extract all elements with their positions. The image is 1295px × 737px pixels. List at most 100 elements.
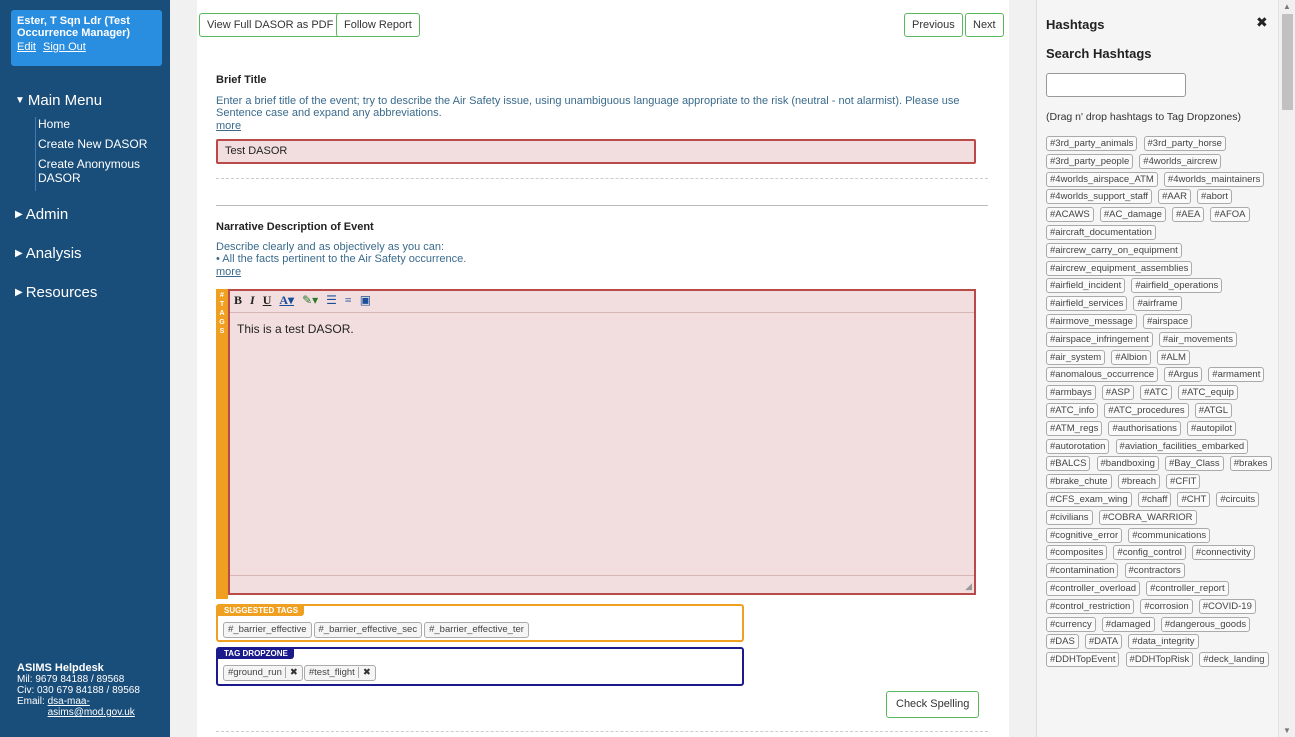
hashtag-pill[interactable]: #ATC [1140,385,1172,401]
hashtag-pill[interactable]: #AC_damage [1099,207,1166,223]
hashtag-pill[interactable]: #composites [1046,545,1108,561]
hashtag-pill[interactable]: #autorotation [1046,438,1110,454]
hashtag-pill[interactable]: #ATC_procedures [1104,402,1189,418]
hashtag-pill[interactable]: #bandboxing [1096,456,1159,472]
hashtag-pill[interactable]: #DDHTopRisk [1125,652,1194,668]
hashtag-pill[interactable]: #4worlds_support_staff [1046,189,1153,205]
remove-tag-icon[interactable]: ✖ [284,667,298,678]
hashtag-pill[interactable]: #aircrew_equipment_assemblies [1046,260,1193,276]
hashtag-pill[interactable]: #ATM_regs [1046,420,1103,436]
hashtag-pill[interactable]: #chaff [1137,491,1172,507]
hashtag-pill[interactable]: #abort [1197,189,1232,205]
hashtag-pill[interactable]: #data_integrity [1128,634,1199,650]
dropzone-tag[interactable]: #test_flight ✖ [303,665,376,681]
scroll-down-icon[interactable]: ▼ [1283,726,1291,735]
helpdesk-email-link[interactable]: dsa-maa-asims@mod.gov.uk [48,696,168,718]
main-menu-toggle[interactable]: ▼ Main Menu [15,92,102,109]
hashtag-search-input[interactable] [1046,73,1186,97]
suggested-tag[interactable]: #_barrier_effective_ter [424,622,529,638]
hashtag-pill[interactable]: #aircrew_carry_on_equipment [1046,242,1182,258]
hashtag-pill[interactable]: #ATC_info [1046,402,1099,418]
hashtag-pill[interactable]: #ATC_equip [1177,385,1238,401]
hashtag-pill[interactable]: #corrosion [1140,598,1193,614]
hashtag-pill[interactable]: #COBRA_WARRIOR [1098,509,1197,525]
hashtag-pill[interactable]: #DDHTopEvent [1046,652,1120,668]
hashtag-pill[interactable]: #ACAWS [1046,207,1094,223]
hashtag-pill[interactable]: #anomalous_occurrence [1046,367,1159,383]
hashtag-pill[interactable]: #airfield_services [1046,296,1128,312]
brief-title-more-link[interactable]: more [216,120,241,132]
hashtag-pill[interactable]: #DATA [1084,634,1123,650]
italic-button[interactable]: I [250,293,255,308]
hashtag-pill[interactable]: #breach [1117,474,1160,490]
hashtag-pill[interactable]: #CFIT [1166,474,1201,490]
font-color-button[interactable]: A▾ [279,293,294,308]
hashtag-pill[interactable]: #CFS_exam_wing [1046,491,1132,507]
hashtag-pill[interactable]: #connectivity [1191,545,1255,561]
hashtag-pill[interactable]: #control_restriction [1046,598,1135,614]
bold-button[interactable]: B [234,293,242,308]
admin-menu-toggle[interactable]: ▶ Admin [15,206,68,223]
view-pdf-button[interactable]: View Full DASOR as PDF [199,13,342,37]
hashtag-pill[interactable]: #4worlds_maintainers [1163,171,1265,187]
hashtag-pill[interactable]: #deck_landing [1199,652,1269,668]
resources-menu-toggle[interactable]: ▶ Resources [15,284,97,301]
hashtag-pill[interactable]: #civilians [1046,509,1093,525]
editor-body[interactable]: This is a test DASOR. [230,313,974,345]
check-spelling-button[interactable]: Check Spelling [886,691,980,718]
hashtag-pill[interactable]: #brakes [1229,456,1272,472]
remove-tag-icon[interactable]: ✖ [357,667,371,678]
hashtag-pill[interactable]: #armbays [1046,385,1096,401]
hashtag-pill[interactable]: #controller_overload [1046,580,1141,596]
hashtag-pill[interactable]: #Albion [1111,349,1151,365]
hashtag-pill[interactable]: #autopilot [1186,420,1237,436]
scrollbar-thumb[interactable] [1282,14,1293,110]
hashtag-pill[interactable]: #aircraft_documentation [1046,224,1156,240]
hashtag-pill[interactable]: #CHT [1177,491,1211,507]
hashtag-pill[interactable]: #3rd_party_people [1046,153,1134,169]
narrative-editor[interactable]: B I U A▾ ✎▾ ☰ ≡ ▣ This is a test DASOR. … [228,289,976,595]
hashtag-pill[interactable]: #airspace_infringement [1046,331,1153,347]
hashtag-pill[interactable]: #AFOA [1210,207,1250,223]
hashtag-pill[interactable]: #airspace [1142,313,1193,329]
hashtag-pill[interactable]: #ATGL [1194,402,1233,418]
hashtag-pill[interactable]: #airfield_incident [1046,278,1126,294]
suggested-tag[interactable]: #_barrier_effective [223,622,312,638]
dropzone-tag[interactable]: #ground_run ✖ [223,665,303,681]
hashtag-pill[interactable]: #config_control [1113,545,1186,561]
hashtag-pill[interactable]: #air_system [1046,349,1106,365]
hashtag-pill[interactable]: #3rd_party_animals [1046,136,1138,151]
hashtag-pill[interactable]: #COVID-19 [1198,598,1256,614]
suggested-tag[interactable]: #_barrier_effective_sec [313,622,423,638]
bullet-list-icon[interactable]: ☰ [326,293,337,308]
tag-dropzone-box[interactable]: TAG DROPZONE #ground_run ✖ #test_flight ✖ [216,647,744,686]
hashtag-pill[interactable]: #4worlds_airspace_ATM [1046,171,1158,187]
hashtag-pill[interactable]: #brake_chute [1046,474,1112,490]
hashtag-pill[interactable]: #air_movements [1158,331,1238,347]
hashtag-pill[interactable]: #ALM [1157,349,1190,365]
hashtag-pill[interactable]: #airfield_operations [1131,278,1223,294]
follow-report-button[interactable]: Follow Report [336,13,420,37]
menu-item-create-anonymous-dasor[interactable]: Create Anonymous DASOR [36,157,156,185]
hashtag-pill[interactable]: #3rd_party_horse [1143,136,1226,151]
hashtag-pill[interactable]: #4worlds_aircrew [1139,153,1222,169]
paste-icon[interactable]: ▣ [360,293,371,308]
menu-item-home[interactable]: Home [36,117,156,131]
hashtag-pill[interactable]: #armament [1208,367,1265,383]
scroll-up-icon[interactable]: ▲ [1283,2,1291,11]
hashtag-pill[interactable]: #cognitive_error [1046,527,1123,543]
hashtag-pill[interactable]: #aviation_facilities_embarked [1115,438,1249,454]
resize-grip-icon[interactable]: ◢ [965,581,972,592]
hashtag-pill[interactable]: #DAS [1046,634,1079,650]
hashtag-pill[interactable]: #airframe [1133,296,1182,312]
edit-profile-link[interactable]: Edit [17,41,36,53]
hashtag-pill[interactable]: #AAR [1158,189,1191,205]
hashtag-pill[interactable]: #currency [1046,616,1096,632]
hashtag-pill[interactable]: #damaged [1101,616,1155,632]
numbered-list-icon[interactable]: ≡ [345,293,352,308]
sign-out-link[interactable]: Sign Out [43,41,86,53]
underline-button[interactable]: U [263,293,272,308]
hashtag-pill[interactable]: #controller_report [1146,580,1229,596]
hashtag-pill[interactable]: #contamination [1046,563,1119,579]
narrative-more-link[interactable]: more [216,266,241,278]
